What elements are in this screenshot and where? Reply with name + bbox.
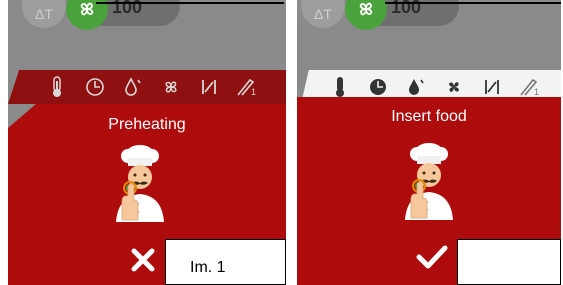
chef-icon <box>405 143 453 220</box>
thermometer-icon[interactable] <box>38 70 76 104</box>
fan-icon <box>80 2 94 16</box>
delta-t-button[interactable]: ΔT <box>22 0 66 28</box>
status-text: Insert food <box>391 108 467 125</box>
humidity-icon[interactable] <box>114 70 152 104</box>
confirm-icon[interactable] <box>415 244 449 270</box>
function-icon-bar: 1 <box>8 70 286 104</box>
svg-text:1: 1 <box>534 87 539 97</box>
probe-icon[interactable]: 1 <box>228 70 266 104</box>
clock-icon[interactable] <box>76 70 114 104</box>
top-rule-right <box>385 2 561 4</box>
top-rule-left <box>96 2 284 4</box>
image-caption-box-right <box>457 239 561 285</box>
cycle-icon[interactable] <box>190 70 228 104</box>
image-caption: Im. 1 <box>190 259 226 276</box>
delta-t-button[interactable]: ΔT <box>301 0 345 28</box>
cancel-icon[interactable] <box>130 247 156 273</box>
image-caption-box: Im. 1 <box>165 239 286 285</box>
status-text: Preheating <box>108 116 186 133</box>
chef-icon <box>116 145 164 222</box>
fan-icon[interactable] <box>152 70 190 104</box>
svg-text:1: 1 <box>251 87 256 97</box>
fan-icon <box>359 2 373 16</box>
